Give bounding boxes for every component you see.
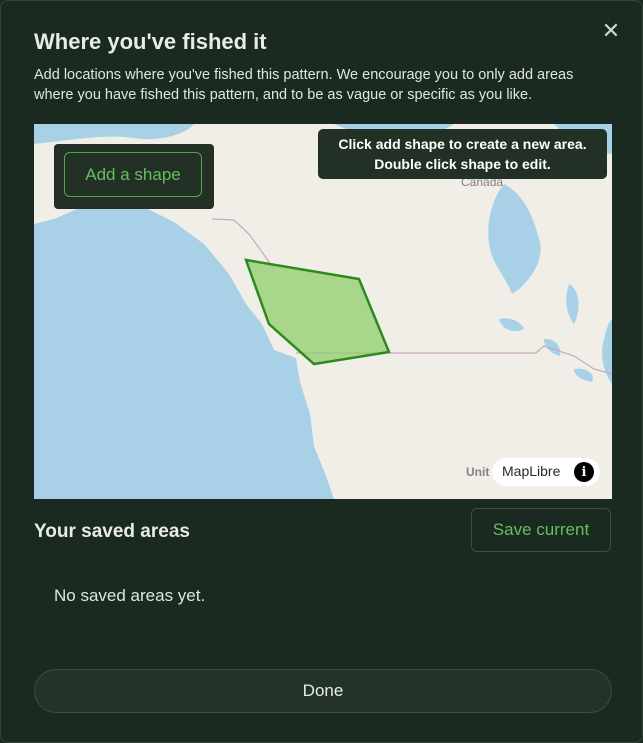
map-unit-label: Unit [466, 465, 490, 479]
dialog: ✕ Where you've fished it Add locations w… [0, 0, 643, 743]
hint-line-2: Double click shape to edit. [374, 156, 551, 172]
done-button[interactable]: Done [34, 669, 612, 713]
hint-line-1: Click add shape to create a new area. [338, 136, 587, 152]
empty-state-text: No saved areas yet. [54, 586, 206, 605]
save-current-button[interactable]: Save current [471, 508, 611, 552]
dialog-title: Where you've fished it [34, 29, 267, 54]
add-shape-panel: Add a shape [54, 144, 214, 209]
info-icon[interactable]: i [574, 462, 594, 482]
map[interactable]: Canada Add a shape Click add shape to cr… [34, 124, 612, 499]
close-icon[interactable]: ✕ [600, 20, 622, 42]
attribution-text[interactable]: MapLibre [502, 463, 560, 479]
dialog-description: Add locations where you've fished this p… [34, 67, 574, 103]
add-shape-button[interactable]: Add a shape [64, 152, 202, 197]
map-attribution: MapLibre i [492, 458, 600, 486]
map-hint-tooltip: Click add shape to create a new area. Do… [318, 129, 607, 179]
saved-areas-title: Your saved areas [34, 521, 190, 542]
